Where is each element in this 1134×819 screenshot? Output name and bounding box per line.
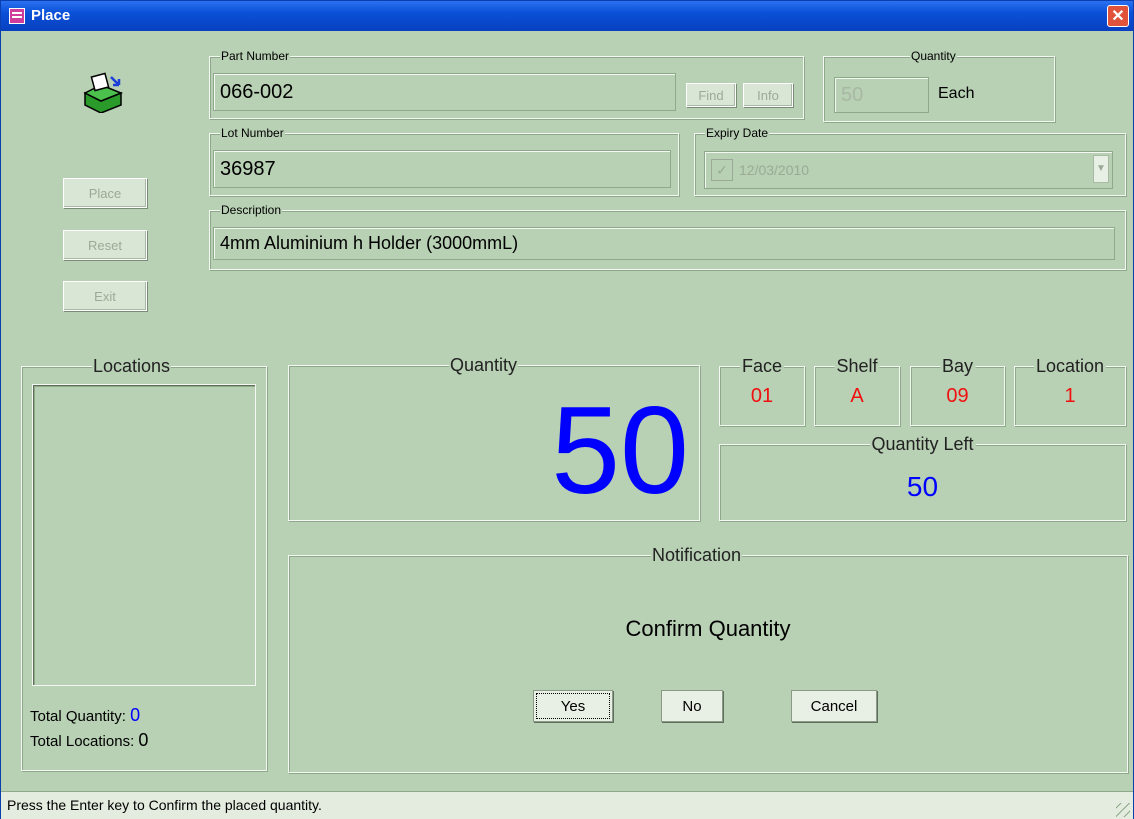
locations-group: Locations Total Quantity: 0 Total Locati…: [21, 355, 267, 771]
quantity-left-value: 50: [906, 470, 939, 502]
quantity-group: Quantity 50 Each: [823, 48, 1055, 122]
lot-number-caption: Lot Number: [220, 125, 285, 141]
status-bar: Press the Enter key to Confirm the place…: [1, 791, 1133, 819]
cancel-button[interactable]: Cancel: [791, 690, 877, 722]
quantity-left-group: Quantity Left 50: [719, 433, 1126, 521]
shelf-value: A: [850, 384, 864, 407]
total-locations-value: 0: [138, 730, 149, 750]
reset-button[interactable]: Reset: [63, 230, 147, 260]
window-title: Place: [31, 7, 71, 24]
locations-caption: Locations: [92, 355, 172, 377]
part-number-group: Part Number 066-002 Find Info: [209, 48, 804, 119]
lot-number-field[interactable]: 36987: [213, 150, 671, 188]
location-value: 1: [1064, 384, 1076, 407]
face-caption: Face: [739, 355, 785, 377]
big-quantity-value: 50: [551, 382, 689, 520]
big-quantity-caption: Quantity: [449, 354, 519, 376]
expiry-date-value: 12/03/2010: [739, 162, 810, 178]
quantity-input[interactable]: 50: [834, 77, 929, 113]
status-text: Press the Enter key to Confirm the place…: [7, 797, 322, 813]
shelf-cell: Shelf A: [814, 355, 900, 426]
place-window: Place ✕ Place Reset Exit Part Number 066…: [0, 0, 1134, 819]
description-caption: Description: [220, 202, 283, 218]
no-button[interactable]: No: [661, 690, 723, 722]
notification-caption: Notification: [651, 544, 743, 566]
total-quantity-value: 0: [130, 705, 141, 725]
big-quantity-group: Quantity 50: [288, 354, 700, 521]
place-item-icon: [81, 71, 127, 114]
resize-grip-icon[interactable]: [1116, 803, 1130, 817]
place-button[interactable]: Place: [63, 178, 147, 208]
total-locations-label: Total Locations:: [30, 733, 135, 750]
expiry-checkbox[interactable]: ✓: [711, 159, 733, 181]
description-group: Description 4mm Aluminium h Holder (3000…: [209, 202, 1126, 270]
expiry-date-caption: Expiry Date: [705, 125, 770, 141]
notification-message: Confirm Quantity: [625, 616, 791, 641]
expiry-date-picker[interactable]: ✓ 12/03/2010 ▼: [704, 151, 1113, 189]
total-quantity-row: Total Quantity: 0: [30, 705, 140, 726]
bay-cell: Bay 09: [910, 355, 1005, 426]
location-caption: Location: [1033, 355, 1107, 377]
shelf-caption: Shelf: [834, 355, 880, 377]
exit-button[interactable]: Exit: [63, 281, 147, 311]
find-button[interactable]: Find: [686, 83, 736, 107]
face-value: 01: [750, 384, 774, 407]
quantity-unit: Each: [938, 85, 975, 102]
bay-caption: Bay: [939, 355, 976, 377]
expiry-date-group: Expiry Date ✓ 12/03/2010 ▼: [694, 125, 1126, 196]
part-number-field[interactable]: 066-002: [213, 73, 676, 111]
bay-value: 09: [946, 384, 969, 407]
description-field[interactable]: 4mm Aluminium h Holder (3000mmL): [213, 227, 1115, 260]
locations-list[interactable]: [32, 384, 256, 686]
part-number-caption: Part Number: [220, 48, 291, 64]
app-icon: [9, 8, 25, 24]
lot-number-group: Lot Number 36987: [209, 125, 679, 196]
total-locations-row: Total Locations: 0: [30, 730, 148, 751]
info-button[interactable]: Info: [743, 83, 793, 107]
close-button[interactable]: ✕: [1107, 5, 1129, 27]
title-bar[interactable]: Place ✕: [1, 1, 1133, 31]
yes-button[interactable]: Yes: [533, 690, 613, 722]
face-cell: Face 01: [719, 355, 805, 426]
chevron-down-icon[interactable]: ▼: [1093, 155, 1109, 183]
location-cell: Location 1: [1014, 355, 1126, 426]
quantity-caption: Quantity: [910, 48, 957, 64]
quantity-left-caption: Quantity Left: [869, 433, 976, 455]
total-quantity-label: Total Quantity:: [30, 708, 126, 725]
notification-group: Notification Confirm Quantity Yes No Can…: [288, 544, 1128, 773]
